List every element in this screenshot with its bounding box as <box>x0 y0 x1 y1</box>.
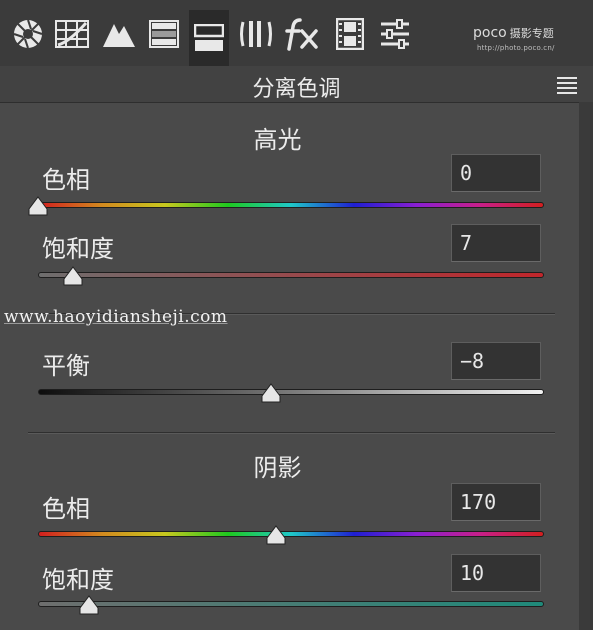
highlight-hue-label: 色相 <box>42 166 90 194</box>
shadow-saturation-input[interactable]: 10 <box>451 554 541 592</box>
shadows-heading: 阴影 <box>253 454 302 482</box>
balance-slider-thumb[interactable] <box>260 383 282 403</box>
highlight-hue-input[interactable]: 0 <box>451 154 541 192</box>
highlight-saturation-input[interactable]: 7 <box>451 224 541 262</box>
sliders-icon <box>381 19 409 49</box>
brand-name: 摄影专题 <box>509 27 554 40</box>
shadow-saturation-slider-thumb[interactable] <box>78 595 100 615</box>
poco-brand-logo: poco 摄影专题 http://photo.poco.cn/ <box>473 25 573 52</box>
panel-tabs-toolbar: poco 摄影专题 http://photo.poco.cn/ <box>0 0 593 66</box>
lens-corrections-panel-tab[interactable] <box>236 14 276 54</box>
brand-logo-text: poco <box>473 25 507 41</box>
hsl-panel-tab[interactable] <box>144 14 184 54</box>
aperture-icon <box>13 19 43 49</box>
tone-curve-panel-tab[interactable] <box>52 14 92 54</box>
split-toning-icon <box>194 24 224 51</box>
filmstrip-icon <box>336 18 364 50</box>
balance-label: 平衡 <box>42 352 90 380</box>
shadow-hue-label: 色相 <box>42 495 90 523</box>
highlight-hue-slider[interactable] <box>28 196 544 216</box>
fx-icon <box>285 18 318 51</box>
histogram-grid-icon <box>55 20 89 48</box>
website-watermark: www.haoyidiansheji.com <box>4 307 228 327</box>
shadow-hue-slider-thumb[interactable] <box>265 525 287 545</box>
panel-header: 分离色调 <box>0 66 593 103</box>
shadow-saturation-slider[interactable] <box>38 595 544 615</box>
effects-panel-tab[interactable] <box>282 14 322 54</box>
highlight-saturation-label: 饱和度 <box>42 235 114 263</box>
panel-menu-icon[interactable] <box>557 74 577 94</box>
highlight-saturation-slider[interactable] <box>38 266 544 286</box>
panel-title: 分离色调 <box>252 77 341 102</box>
basic-panel-tab[interactable] <box>8 14 48 54</box>
camera-calibration-panel-tab[interactable] <box>330 14 370 54</box>
highlight-hue-slider-thumb[interactable] <box>27 196 49 216</box>
section-divider <box>28 432 555 434</box>
brand-url: http://photo.poco.cn/ <box>477 44 555 52</box>
presets-panel-tab[interactable] <box>375 14 415 54</box>
highlight-saturation-slider-thumb[interactable] <box>62 266 84 286</box>
balance-input[interactable]: −8 <box>451 342 541 380</box>
shadow-hue-input[interactable]: 170 <box>451 483 541 521</box>
lens-correction-icon <box>240 21 272 47</box>
detail-panel-tab[interactable] <box>99 14 139 54</box>
hsl-panel-icon <box>149 20 179 48</box>
split-toning-panel-tab[interactable] <box>189 10 229 66</box>
panel-scrollbar[interactable] <box>579 102 593 630</box>
shadow-hue-slider[interactable] <box>38 525 544 545</box>
tone-curve-icon <box>103 24 135 47</box>
shadow-saturation-label: 饱和度 <box>42 566 114 594</box>
balance-slider[interactable] <box>38 383 544 403</box>
highlights-heading: 高光 <box>253 126 302 154</box>
